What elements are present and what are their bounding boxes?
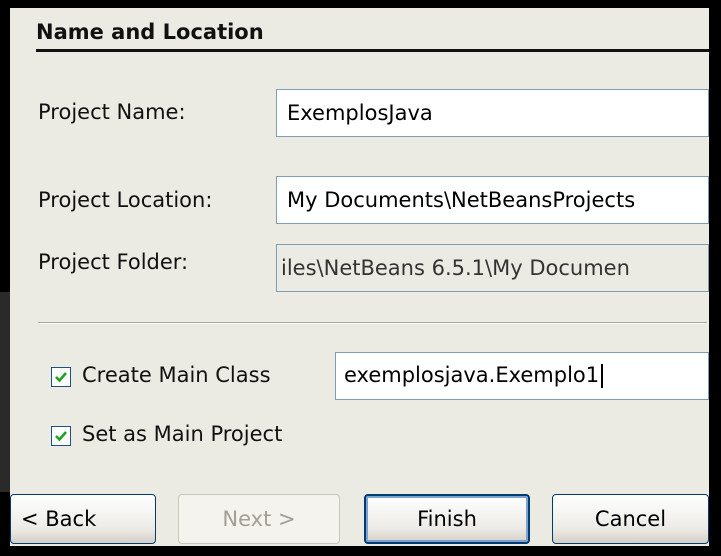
text-caret xyxy=(601,364,604,388)
main-class-value: exemplosjava.Exemplo1 xyxy=(344,363,600,387)
create-main-class-label: Create Main Class xyxy=(82,363,271,387)
main-class-field[interactable]: exemplosjava.Exemplo1 xyxy=(335,352,709,400)
options-separator xyxy=(38,322,707,324)
project-name-field[interactable]: ExemplosJava xyxy=(276,89,709,137)
finish-button[interactable]: Finish xyxy=(364,494,530,544)
left-background-shadow xyxy=(0,292,10,492)
project-location-field[interactable]: My Documents\NetBeansProjects xyxy=(276,176,709,224)
next-button[interactable]: Next > xyxy=(178,494,340,544)
project-folder-label: Project Folder: xyxy=(38,250,189,274)
section-divider xyxy=(36,49,709,52)
section-header: Name and Location xyxy=(24,8,709,52)
back-button[interactable]: < Back xyxy=(10,494,156,544)
project-location-label: Project Location: xyxy=(38,188,213,212)
cancel-button[interactable]: Cancel xyxy=(552,494,709,544)
checkmark-icon xyxy=(55,372,67,383)
project-name-label: Project Name: xyxy=(38,100,186,124)
project-folder-field: iles\NetBeans 6.5.1\My Documen xyxy=(276,244,709,292)
right-border xyxy=(709,0,721,556)
create-main-class-checkbox[interactable] xyxy=(51,367,71,387)
checkmark-icon xyxy=(55,431,67,442)
set-main-project-checkbox[interactable] xyxy=(51,426,71,446)
section-title: Name and Location xyxy=(36,20,264,44)
set-main-project-label: Set as Main Project xyxy=(82,422,283,446)
